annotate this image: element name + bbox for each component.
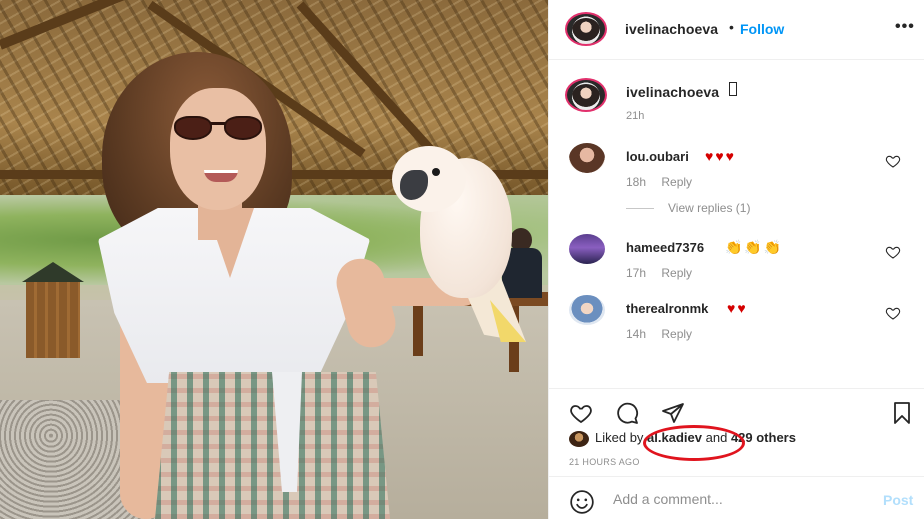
comment-text: 👏👏👏 [725, 239, 784, 255]
comment-meta: 17h Reply [626, 266, 704, 280]
reply-divider-line [626, 208, 654, 210]
heart-icon[interactable] [567, 401, 595, 425]
bookmark-icon[interactable] [889, 401, 915, 425]
caption-avatar[interactable] [565, 78, 607, 112]
commenter-username[interactable]: therealronmk [626, 301, 708, 316]
like-comment-heart-icon[interactable] [885, 153, 901, 169]
more-options-button[interactable]: ••• [895, 18, 915, 36]
add-comment-bar: Post [549, 476, 924, 519]
commenter-avatar[interactable] [569, 295, 605, 325]
comment-text: ♥♥♥ [705, 148, 736, 164]
comment-meta: 14h Reply [626, 327, 704, 341]
commenter-username[interactable]: hameed7376 [626, 240, 704, 255]
caption-time: 21h [626, 110, 645, 122]
comment-text: ♥♥ [727, 300, 748, 316]
post-header: ivelinachoeva • Follow ••• [549, 0, 924, 60]
follow-button[interactable]: Follow [740, 21, 784, 37]
comment-input[interactable] [613, 489, 863, 509]
comment-time: 18h [626, 175, 647, 189]
caption-username[interactable]: ivelinachoeva [626, 84, 719, 100]
comment-item: therealronmk ♥♥ 14h Reply [549, 295, 924, 347]
sunglasses [172, 112, 268, 142]
comment-meta: 18h Reply [626, 175, 704, 189]
like-comment-heart-icon[interactable] [885, 244, 901, 260]
cockatoo-eye [432, 168, 440, 176]
smiley-icon[interactable] [569, 489, 595, 515]
commenter-avatar[interactable] [569, 143, 605, 173]
liker-avatar[interactable] [569, 430, 589, 447]
reply-button[interactable]: Reply [661, 327, 692, 341]
separator-dot: • [729, 19, 734, 35]
view-replies-button[interactable]: View replies (1) [626, 201, 750, 215]
post-comment-button[interactable]: Post [883, 492, 913, 508]
trash-bin [22, 262, 84, 360]
commenter-username[interactable]: lou.oubari [626, 149, 689, 164]
likes-prefix: Liked by [595, 430, 644, 445]
comment-item: lou.oubari ♥♥♥ 18h Reply [549, 143, 924, 195]
woman-face [170, 88, 266, 210]
caption: ivelinachoeva 21h [549, 74, 924, 134]
comment-icon[interactable] [613, 401, 641, 425]
share-icon[interactable] [659, 401, 687, 425]
comment-item: hameed7376 👏👏👏 17h Reply [549, 234, 924, 286]
view-replies-label: View replies (1) [668, 201, 751, 215]
author-avatar[interactable] [565, 12, 607, 46]
comment-time: 14h [626, 327, 647, 341]
reply-button[interactable]: Reply [661, 175, 692, 189]
comment-time: 17h [626, 266, 647, 280]
patterned-skirt [155, 372, 390, 519]
post-photo[interactable] [0, 0, 548, 519]
missing-glyph-icon [729, 82, 737, 96]
action-bar [549, 388, 924, 432]
posted-time: 21 HOURS AGO [569, 457, 640, 467]
like-comment-heart-icon[interactable] [885, 305, 901, 321]
annotation-circle [643, 425, 745, 461]
author-username[interactable]: ivelinachoeva [625, 21, 718, 37]
reply-button[interactable]: Reply [661, 266, 692, 280]
commenter-avatar[interactable] [569, 234, 605, 264]
post-side-panel: ivelinachoeva • Follow ••• ivelinachoeva… [548, 0, 924, 519]
